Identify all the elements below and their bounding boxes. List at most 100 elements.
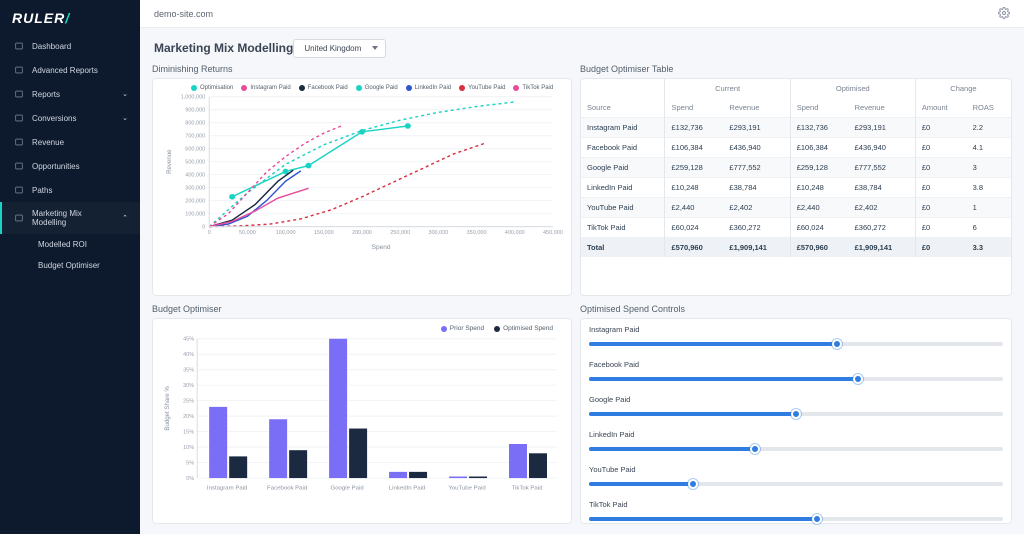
sidebar-item-label: Revenue [32, 138, 64, 147]
sidebar-item-label: Budget Optimiser [38, 261, 100, 270]
sidebar-item-label: Conversions [32, 114, 76, 123]
svg-text:5%: 5% [186, 461, 194, 467]
sidebar-item-advanced-reports[interactable]: Advanced Reports [0, 58, 140, 82]
sidebar: RULER/ Dashboard Advanced Reports Report… [0, 0, 140, 534]
spend-slider-google-paid: Google Paid [589, 395, 1003, 420]
topbar: demo-site.com [140, 0, 1024, 28]
legend-label: Optimisation [200, 85, 233, 91]
legend-label: Prior Spend [450, 325, 484, 332]
svg-text:Revenue: Revenue [166, 149, 173, 174]
slider-thumb[interactable] [688, 479, 698, 489]
svg-text:300,000: 300,000 [185, 186, 205, 192]
slider-label: TikTok Paid [589, 500, 1003, 509]
svg-text:20%: 20% [183, 414, 194, 420]
optimiser-table: CurrentOptimisedChangeSourceSpendRevenue… [581, 79, 1011, 257]
svg-text:400,000: 400,000 [185, 173, 205, 179]
svg-text:0: 0 [208, 230, 211, 236]
revenue-icon [14, 137, 24, 147]
spend-slider-youtube-paid: YouTube Paid [589, 465, 1003, 490]
region-select[interactable]: United Kingdom [293, 39, 386, 58]
svg-text:200,000: 200,000 [352, 230, 372, 236]
svg-text:800,000: 800,000 [185, 121, 205, 127]
svg-text:250,000: 250,000 [390, 230, 410, 236]
legend-item: Instagram Paid [241, 85, 290, 91]
sidebar-item-label: Advanced Reports [32, 66, 98, 75]
legend-label: Optimised Spend [503, 325, 553, 332]
sidebar-item-marketing-mix-modelling[interactable]: Marketing Mix Modelling ⌃ [0, 202, 140, 234]
slider-thumb[interactable] [791, 409, 801, 419]
slider-label: Google Paid [589, 395, 1003, 404]
slider-label: LinkedIn Paid [589, 430, 1003, 439]
slider-thumb[interactable] [812, 514, 822, 524]
legend-label: TikTok Paid [522, 85, 553, 91]
table-row: TikTok Paid£60,024£360,272£60,024£360,27… [581, 218, 1011, 238]
svg-text:30%: 30% [183, 383, 194, 389]
table-row: Google Paid£259,128£777,552£259,128£777,… [581, 158, 1011, 178]
opportunities-icon [14, 161, 24, 171]
chevron-icon: ⌄ [122, 90, 128, 98]
svg-text:Google Paid: Google Paid [331, 485, 364, 491]
chevron-icon: ⌃ [122, 214, 128, 222]
slider-thumb[interactable] [853, 374, 863, 384]
sidebar-item-label: Opportunities [32, 162, 80, 171]
spend-slider-instagram-paid: Instagram Paid [589, 325, 1003, 350]
spend-slider-facebook-paid: Facebook Paid [589, 360, 1003, 385]
sidebar-subitem-modelled-roi[interactable]: Modelled ROI [28, 234, 140, 255]
slider[interactable] [589, 373, 1003, 385]
sidebar-item-paths[interactable]: Paths [0, 178, 140, 202]
legend-label: LinkedIn Paid [415, 85, 451, 91]
sidebar-item-label: Dashboard [32, 42, 71, 51]
slider-thumb[interactable] [750, 444, 760, 454]
sidebar-item-dashboard[interactable]: Dashboard [0, 34, 140, 58]
sidebar-item-revenue[interactable]: Revenue [0, 130, 140, 154]
sidebar-item-label: Paths [32, 186, 52, 195]
slider[interactable] [589, 513, 1003, 525]
sidebar-item-reports[interactable]: Reports ⌄ [0, 82, 140, 106]
svg-text:900,000: 900,000 [185, 108, 205, 114]
mmm-icon [14, 213, 24, 223]
svg-text:35%: 35% [183, 368, 194, 374]
sidebar-item-label: Reports [32, 90, 60, 99]
svg-text:25%: 25% [183, 399, 194, 405]
conversions-icon [14, 113, 24, 123]
svg-text:Instagram Paid: Instagram Paid [207, 485, 247, 491]
page-title: Marketing Mix Modelling [154, 41, 293, 55]
svg-text:1,000,000: 1,000,000 [181, 95, 206, 101]
svg-text:450,000: 450,000 [543, 230, 563, 236]
slider-label: Facebook Paid [589, 360, 1003, 369]
legend-label: Facebook Paid [308, 85, 348, 91]
svg-text:0%: 0% [186, 476, 194, 482]
table-row: Facebook Paid£106,384£436,940£106,384£43… [581, 138, 1011, 158]
reports-icon [14, 89, 24, 99]
reports-adv-icon [14, 65, 24, 75]
svg-text:100,000: 100,000 [185, 212, 205, 218]
svg-text:100,000: 100,000 [276, 230, 296, 236]
legend-label: Google Paid [365, 85, 398, 91]
svg-text:400,000: 400,000 [505, 230, 525, 236]
budget-optimiser-chart-card: Budget Optimiser Prior Spend Optimised S… [152, 304, 572, 524]
dr-chart: 0100,000200,000300,000400,000500,000600,… [161, 93, 563, 253]
card-title: Optimised Spend Controls [580, 304, 1012, 314]
slider-thumb[interactable] [832, 339, 842, 349]
svg-text:150,000: 150,000 [314, 230, 334, 236]
svg-text:50,000: 50,000 [239, 230, 256, 236]
legend-item: Facebook Paid [299, 85, 348, 91]
svg-text:40%: 40% [183, 352, 194, 358]
sidebar-item-opportunities[interactable]: Opportunities [0, 154, 140, 178]
diminishing-returns-card: Diminishing Returns OptimisationInstagra… [152, 64, 572, 296]
svg-text:600,000: 600,000 [185, 147, 205, 153]
spend-controls: Instagram Paid Facebook Paid Google Paid… [580, 318, 1012, 524]
sidebar-item-conversions[interactable]: Conversions ⌄ [0, 106, 140, 130]
dashboard-icon [14, 41, 24, 51]
slider[interactable] [589, 408, 1003, 420]
slider[interactable] [589, 338, 1003, 350]
slider[interactable] [589, 478, 1003, 490]
sidebar-subitem-budget-optimiser[interactable]: Budget Optimiser [28, 255, 140, 276]
legend-item: TikTok Paid [513, 85, 553, 91]
settings-icon[interactable] [998, 7, 1010, 21]
bo-legend: Prior Spend Optimised Spend [161, 325, 563, 332]
table-row: YouTube Paid£2,440£2,402£2,440£2,402£01 [581, 198, 1011, 218]
slider-label: YouTube Paid [589, 465, 1003, 474]
legend-item: Optimisation [191, 85, 233, 91]
slider[interactable] [589, 443, 1003, 455]
